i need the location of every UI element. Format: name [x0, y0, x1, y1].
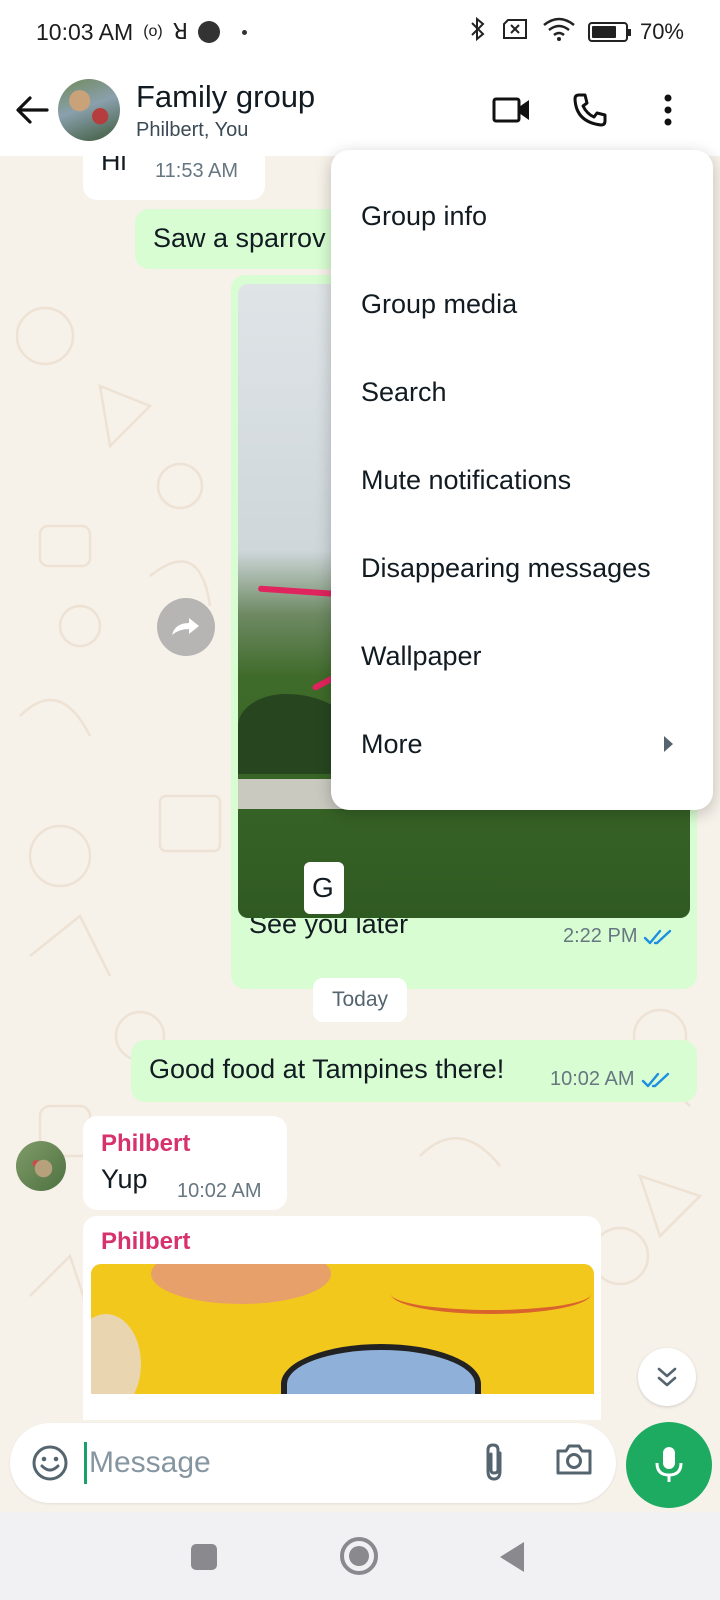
scroll-to-bottom-icon[interactable] — [638, 1348, 696, 1406]
date-chip: Today — [313, 978, 407, 1022]
menu-item-group-media[interactable]: Group media — [331, 260, 713, 348]
system-nav-bar — [0, 1512, 720, 1600]
attach-icon[interactable] — [482, 1441, 506, 1488]
message-text: Hi — [101, 156, 127, 176]
chat-title: Family group — [136, 78, 316, 114]
message-meta: 2:22 PM — [563, 925, 673, 948]
chat-header: Family group Philbert, You — [0, 64, 720, 156]
read-ticks-icon — [644, 929, 672, 944]
menu-item-more[interactable]: More — [331, 700, 713, 788]
message-meta: 10:02 AM — [550, 1068, 671, 1091]
message-time: 11:53 AM — [155, 160, 239, 182]
sim-off-icon — [500, 17, 530, 47]
message-text: Good food at Tampines there! — [149, 1054, 505, 1084]
app-indicator: ꓤ — [172, 19, 189, 44]
notification-dot-icon — [198, 21, 221, 43]
read-ticks-icon — [641, 1072, 669, 1087]
mic-icon[interactable] — [626, 1422, 712, 1508]
sender-name: Philbert — [101, 1228, 191, 1255]
incoming-message[interactable]: Philbert Yup 10:02 AM — [83, 1116, 287, 1210]
bluetooth-icon — [468, 16, 488, 48]
message-text: Yup — [101, 1164, 148, 1194]
text-cursor — [84, 1442, 87, 1484]
submenu-arrow-icon — [664, 736, 673, 752]
voice-call-icon[interactable] — [568, 88, 612, 132]
menu-item-label: More — [361, 728, 423, 759]
menu-item-mute-notifications[interactable]: Mute notifications — [331, 436, 713, 524]
status-time: 10:03 AM — [36, 18, 134, 45]
overflow-menu: Group info Group media Search Mute notif… — [331, 150, 713, 810]
message-input-container[interactable]: Message — [10, 1423, 616, 1503]
message-input[interactable]: Message — [89, 1446, 211, 1480]
composer-bar: Message — [0, 1420, 720, 1503]
group-avatar[interactable] — [58, 79, 120, 141]
chat-title-block[interactable]: Family group Philbert, You — [136, 79, 315, 142]
battery-icon — [587, 22, 631, 42]
sender-name: Philbert — [101, 1130, 191, 1157]
more-vert-icon[interactable] — [646, 88, 690, 132]
forward-icon[interactable] — [157, 598, 215, 656]
incoming-message[interactable]: Hi 11:53 AM — [83, 156, 265, 200]
recents-button[interactable] — [191, 1544, 217, 1570]
menu-item-search[interactable]: Search — [331, 348, 713, 436]
chat-subtitle: Philbert, You — [136, 118, 249, 141]
message-time: 10:02 AM — [550, 1068, 635, 1090]
back-arrow-icon[interactable] — [12, 90, 52, 130]
wifi-icon — [542, 16, 576, 48]
message-text: Saw a sparrov — [153, 223, 326, 253]
hotspot-indicator: (o) — [143, 23, 163, 40]
shared-photo[interactable] — [91, 1264, 594, 1394]
camera-icon[interactable] — [554, 1441, 594, 1482]
battery-percent: 70% — [639, 19, 684, 44]
message-time: 2:22 PM — [563, 925, 638, 947]
message-time: 10:02 AM — [177, 1180, 262, 1202]
home-button[interactable] — [340, 1537, 378, 1575]
menu-item-wallpaper[interactable]: Wallpaper — [331, 612, 713, 700]
more-notifications-icon — [242, 29, 248, 35]
menu-item-group-info[interactable]: Group info — [331, 172, 713, 260]
video-call-icon[interactable] — [490, 88, 534, 132]
sender-avatar[interactable] — [16, 1141, 66, 1191]
outgoing-message[interactable]: Saw a sparrov — [135, 209, 355, 269]
emoji-icon[interactable] — [28, 1441, 72, 1485]
status-bar: 10:03 AM (o) ꓤ 70% — [0, 0, 720, 64]
system-back-button[interactable] — [500, 1542, 524, 1572]
outgoing-message[interactable]: Good food at Tampines there! 10:02 AM — [131, 1040, 697, 1102]
menu-item-disappearing-messages[interactable]: Disappearing messages — [331, 524, 713, 612]
photo-sticker-label: G — [304, 862, 344, 914]
